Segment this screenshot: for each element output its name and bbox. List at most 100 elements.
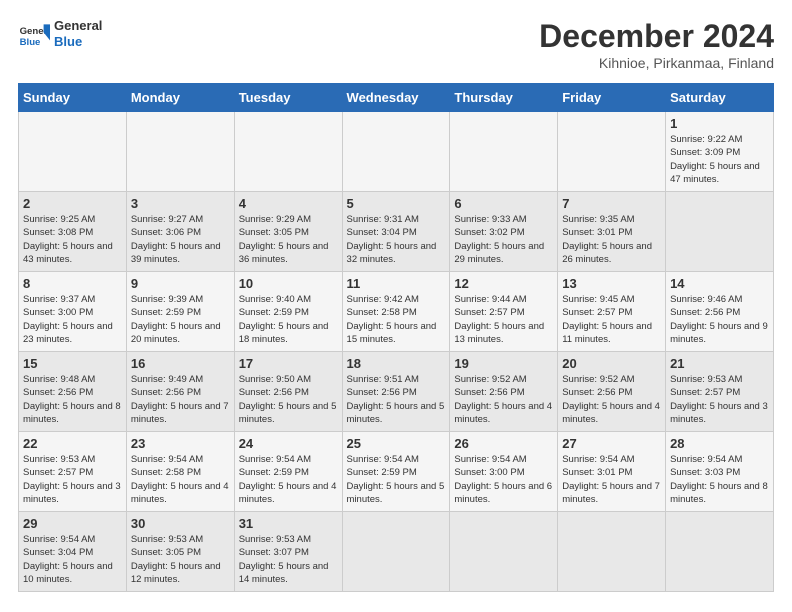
day-cell-12: 12 Sunrise: 9:44 AMSunset: 2:57 PMDayligh… xyxy=(450,272,558,352)
day-info: Sunrise: 9:54 AMSunset: 3:00 PMDaylight:… xyxy=(454,454,552,505)
day-cell-25: 25 Sunrise: 9:54 AMSunset: 2:59 PMDayligh… xyxy=(342,432,450,512)
col-friday: Friday xyxy=(558,84,666,112)
day-number: 22 xyxy=(23,436,122,451)
calendar-table: Sunday Monday Tuesday Wednesday Thursday… xyxy=(18,83,774,592)
day-number: 4 xyxy=(239,196,338,211)
day-info: Sunrise: 9:53 AMSunset: 3:07 PMDaylight:… xyxy=(239,534,329,585)
day-cell-27: 27 Sunrise: 9:54 AMSunset: 3:01 PMDayligh… xyxy=(558,432,666,512)
day-cell-3: 3 Sunrise: 9:27 AMSunset: 3:06 PMDaylight… xyxy=(126,192,234,272)
day-cell-17: 17Sunrise: 9:50 AMSunset: 2:56 PMDayligh… xyxy=(234,352,342,432)
day-number: 6 xyxy=(454,196,553,211)
day-cell-4: 4Sunrise: 9:29 AMSunset: 3:05 PMDaylight… xyxy=(234,192,342,272)
day-cell-20: 20Sunrise: 9:52 AMSunset: 2:56 PMDayligh… xyxy=(558,352,666,432)
day-number: 30 xyxy=(131,516,230,531)
logo-text: General Blue xyxy=(54,18,102,49)
day-info: Sunrise: 9:42 AMSunset: 2:58 PMDaylight:… xyxy=(347,294,437,345)
day-number: 27 xyxy=(562,436,661,451)
calendar-week-1: 1Sunrise: 9:22 AMSunset: 3:09 PMDaylight… xyxy=(19,112,774,192)
calendar-header-row: Sunday Monday Tuesday Wednesday Thursday… xyxy=(19,84,774,112)
day-cell-7: 7 Sunrise: 9:35 AMSunset: 3:01 PMDaylight… xyxy=(558,192,666,272)
day-info: Sunrise: 9:37 AMSunset: 3:00 PMDaylight:… xyxy=(23,294,113,345)
day-number: 21 xyxy=(670,356,769,371)
logo-general: General xyxy=(54,18,102,34)
day-number: 23 xyxy=(131,436,230,451)
day-info: Sunrise: 9:54 AMSunset: 3:01 PMDaylight:… xyxy=(562,454,660,505)
day-cell-21: 21 Sunrise: 9:53 AMSunset: 2:57 PMDayligh… xyxy=(666,352,774,432)
day-number: 7 xyxy=(562,196,661,211)
col-saturday: Saturday xyxy=(666,84,774,112)
day-cell-5: 5 Sunrise: 9:31 AMSunset: 3:04 PMDaylight… xyxy=(342,192,450,272)
day-info: Sunrise: 9:51 AMSunset: 2:56 PMDaylight:… xyxy=(347,374,445,425)
day-info: Sunrise: 9:39 AMSunset: 2:59 PMDaylight:… xyxy=(131,294,221,345)
day-cell-9: 9Sunrise: 9:39 AMSunset: 2:59 PMDaylight… xyxy=(126,272,234,352)
day-number: 1 xyxy=(670,116,769,131)
day-info: Sunrise: 9:53 AMSunset: 2:57 PMDaylight:… xyxy=(670,374,768,425)
day-cell-15: 15 Sunrise: 9:48 AMSunset: 2:56 PMDayligh… xyxy=(19,352,127,432)
day-cell-11: 11 Sunrise: 9:42 AMSunset: 2:58 PMDayligh… xyxy=(342,272,450,352)
day-info: Sunrise: 9:53 AMSunset: 3:05 PMDaylight:… xyxy=(131,534,221,585)
day-info: Sunrise: 9:45 AMSunset: 2:57 PMDaylight:… xyxy=(562,294,652,345)
day-number: 5 xyxy=(347,196,446,211)
day-info: Sunrise: 9:54 AMSunset: 3:03 PMDaylight:… xyxy=(670,454,768,505)
empty-cell xyxy=(558,112,666,192)
month-title: December 2024 xyxy=(539,18,774,55)
col-monday: Monday xyxy=(126,84,234,112)
day-cell-13: 13 Sunrise: 9:45 AMSunset: 2:57 PMDayligh… xyxy=(558,272,666,352)
header: General Blue General Blue December 2024 … xyxy=(18,18,774,71)
empty-cell xyxy=(342,512,450,592)
day-info: Sunrise: 9:27 AMSunset: 3:06 PMDaylight:… xyxy=(131,214,221,265)
day-number: 14 xyxy=(670,276,769,291)
day-info: Sunrise: 9:52 AMSunset: 2:56 PMDaylight:… xyxy=(562,374,660,425)
day-cell-14: 14Sunrise: 9:46 AMSunset: 2:56 PMDayligh… xyxy=(666,272,774,352)
day-number: 25 xyxy=(347,436,446,451)
empty-cell xyxy=(450,112,558,192)
day-info: Sunrise: 9:54 AMSunset: 2:59 PMDaylight:… xyxy=(239,454,337,505)
day-info: Sunrise: 9:44 AMSunset: 2:57 PMDaylight:… xyxy=(454,294,544,345)
empty-cell xyxy=(234,112,342,192)
title-block: December 2024 Kihnioe, Pirkanmaa, Finlan… xyxy=(539,18,774,71)
day-number: 10 xyxy=(239,276,338,291)
day-number: 29 xyxy=(23,516,122,531)
day-number: 3 xyxy=(131,196,230,211)
day-info: Sunrise: 9:54 AMSunset: 2:59 PMDaylight:… xyxy=(347,454,445,505)
svg-text:Blue: Blue xyxy=(20,37,41,48)
day-number: 24 xyxy=(239,436,338,451)
day-cell-31: 31Sunrise: 9:53 AMSunset: 3:07 PMDayligh… xyxy=(234,512,342,592)
day-cell-22: 22 Sunrise: 9:53 AMSunset: 2:57 PMDayligh… xyxy=(19,432,127,512)
day-cell-29: 29Sunrise: 9:54 AMSunset: 3:04 PMDayligh… xyxy=(19,512,127,592)
day-number: 11 xyxy=(347,276,446,291)
col-tuesday: Tuesday xyxy=(234,84,342,112)
col-sunday: Sunday xyxy=(19,84,127,112)
day-number: 26 xyxy=(454,436,553,451)
day-cell-23: 23Sunrise: 9:54 AMSunset: 2:58 PMDayligh… xyxy=(126,432,234,512)
day-cell-2: 2Sunrise: 9:25 AMSunset: 3:08 PMDaylight… xyxy=(19,192,127,272)
empty-cell xyxy=(342,112,450,192)
day-info: Sunrise: 9:25 AMSunset: 3:08 PMDaylight:… xyxy=(23,214,113,265)
empty-cell xyxy=(19,112,127,192)
day-info: Sunrise: 9:50 AMSunset: 2:56 PMDaylight:… xyxy=(239,374,337,425)
day-info: Sunrise: 9:33 AMSunset: 3:02 PMDaylight:… xyxy=(454,214,544,265)
day-info: Sunrise: 9:31 AMSunset: 3:04 PMDaylight:… xyxy=(347,214,437,265)
day-cell-28: 28 Sunrise: 9:54 AMSunset: 3:03 PMDayligh… xyxy=(666,432,774,512)
page-container: General Blue General Blue December 2024 … xyxy=(0,0,792,602)
calendar-week-6: 29Sunrise: 9:54 AMSunset: 3:04 PMDayligh… xyxy=(19,512,774,592)
day-cell-16: 16Sunrise: 9:49 AMSunset: 2:56 PMDayligh… xyxy=(126,352,234,432)
day-cell-19: 19Sunrise: 9:52 AMSunset: 2:56 PMDayligh… xyxy=(450,352,558,432)
day-info: Sunrise: 9:53 AMSunset: 2:57 PMDaylight:… xyxy=(23,454,121,505)
logo-icon: General Blue xyxy=(18,18,50,50)
calendar-week-3: 8Sunrise: 9:37 AMSunset: 3:00 PMDaylight… xyxy=(19,272,774,352)
day-info: Sunrise: 9:48 AMSunset: 2:56 PMDaylight:… xyxy=(23,374,121,425)
day-number: 15 xyxy=(23,356,122,371)
day-number: 28 xyxy=(670,436,769,451)
day-info: Sunrise: 9:40 AMSunset: 2:59 PMDaylight:… xyxy=(239,294,329,345)
empty-cell xyxy=(126,112,234,192)
day-info: Sunrise: 9:35 AMSunset: 3:01 PMDaylight:… xyxy=(562,214,652,265)
day-cell-8: 8Sunrise: 9:37 AMSunset: 3:00 PMDaylight… xyxy=(19,272,127,352)
day-number: 12 xyxy=(454,276,553,291)
day-info: Sunrise: 9:49 AMSunset: 2:56 PMDaylight:… xyxy=(131,374,229,425)
calendar-week-5: 22 Sunrise: 9:53 AMSunset: 2:57 PMDayligh… xyxy=(19,432,774,512)
day-number: 13 xyxy=(562,276,661,291)
day-number: 18 xyxy=(347,356,446,371)
logo: General Blue General Blue xyxy=(18,18,102,50)
empty-cell xyxy=(558,512,666,592)
